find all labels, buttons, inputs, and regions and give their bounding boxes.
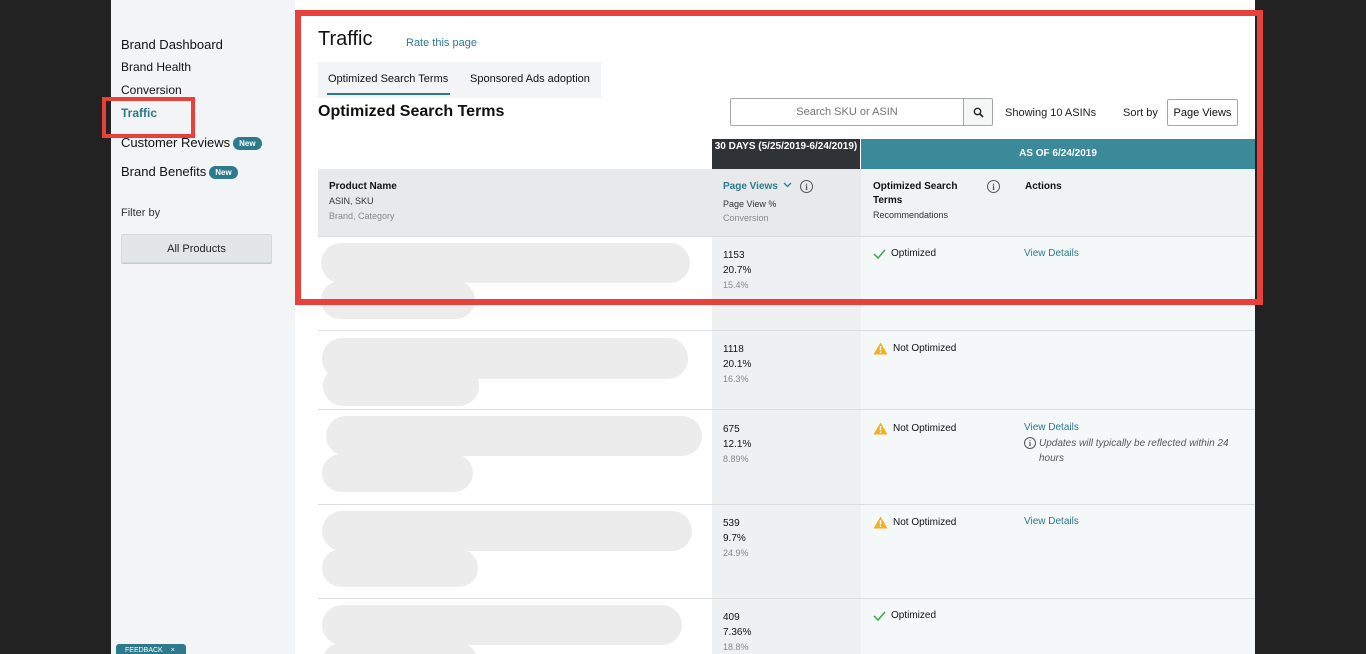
highlight-box-nav [102, 97, 195, 138]
new-badge: New [209, 166, 238, 179]
sidebar-item-label: Brand Dashboard [121, 37, 223, 52]
redacted-product-sku [323, 366, 479, 406]
sidebar-item-conversion[interactable]: Conversion [121, 83, 182, 97]
close-icon[interactable]: × [171, 647, 175, 654]
redacted-product-sku [322, 454, 473, 492]
feedback-label: FEEDBACK [125, 647, 163, 654]
redacted-product-name [322, 511, 692, 551]
redacted-product-name [326, 416, 702, 456]
status-not-optimized: Not Optimized [873, 422, 956, 435]
page-views-value: 409 7.36% 18.8% [723, 612, 752, 652]
redacted-product-sku [322, 643, 478, 654]
check-icon [873, 611, 886, 621]
table-row [318, 505, 1255, 599]
sidebar-item-brand-benefits[interactable]: Brand Benefits New [121, 164, 238, 179]
status-not-optimized: Not Optimized [873, 342, 956, 355]
warning-icon [873, 422, 888, 435]
page-views-value: 539 9.7% 24.9% [723, 518, 749, 558]
sidebar-item-brand-health[interactable]: Brand Health [121, 60, 191, 74]
view-details-link[interactable]: View Details [1024, 422, 1079, 433]
sidebar-item-label: Brand Health [121, 60, 192, 74]
warning-icon [873, 516, 888, 529]
page-views-value: 1118 20.1% 16.3% [723, 344, 752, 384]
view-details-link[interactable]: View Details [1024, 516, 1079, 527]
status-not-optimized: Not Optimized [873, 516, 956, 529]
table-row [318, 331, 1255, 410]
sidebar-item-label: Conversion [121, 83, 182, 97]
highlight-box-main [295, 10, 1263, 305]
feedback-tab[interactable]: FEEDBACK × [116, 644, 186, 654]
update-note: i Updates will typically be reflected wi… [1024, 436, 1254, 466]
info-icon: i [1024, 437, 1036, 449]
page-views-value: 675 12.1% 8.89% [723, 424, 752, 464]
new-badge: New [233, 137, 262, 150]
sidebar-item-brand-dashboard[interactable]: Brand Dashboard [121, 37, 223, 52]
table-row [318, 599, 1255, 654]
sidebar-item-label: Brand Benefits [121, 164, 207, 179]
status-optimized: Optimized [873, 610, 936, 621]
filter-label: Filter by [121, 207, 161, 219]
all-products-button[interactable]: All Products [121, 234, 272, 263]
redacted-product-sku [322, 549, 478, 587]
warning-icon [873, 342, 888, 355]
redacted-product-name [322, 605, 682, 645]
